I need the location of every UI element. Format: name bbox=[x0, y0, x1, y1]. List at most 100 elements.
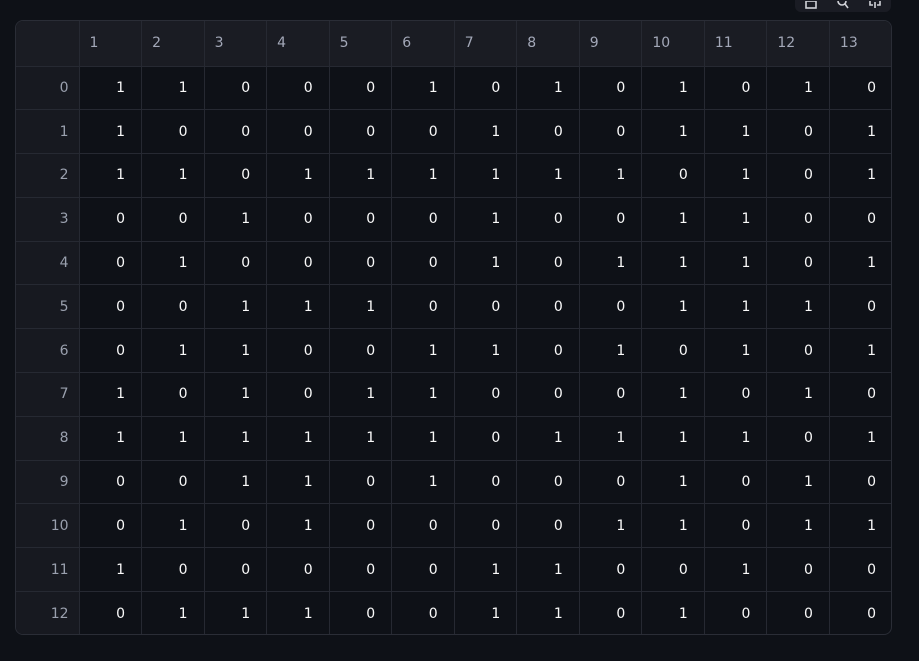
table-cell[interactable]: 0 bbox=[454, 460, 518, 505]
table-cell[interactable]: 1 bbox=[579, 241, 643, 286]
table-cell[interactable]: 1 bbox=[266, 591, 330, 634]
table-cell[interactable]: 0 bbox=[79, 197, 143, 242]
table-cell[interactable]: 0 bbox=[829, 372, 891, 417]
table-cell[interactable]: 1 bbox=[329, 153, 393, 198]
table-cell[interactable]: 1 bbox=[829, 109, 891, 155]
table-cell[interactable]: 1 bbox=[79, 109, 143, 155]
table-cell[interactable]: 0 bbox=[704, 372, 768, 417]
table-cell[interactable]: 0 bbox=[579, 372, 643, 417]
table-cell[interactable]: 0 bbox=[79, 284, 143, 330]
table-cell[interactable]: 1 bbox=[516, 547, 580, 593]
table-cell[interactable]: 1 bbox=[704, 197, 768, 242]
table-cell[interactable]: 1 bbox=[141, 241, 205, 286]
table-cell[interactable]: 1 bbox=[391, 153, 455, 198]
table-cell[interactable]: 1 bbox=[329, 416, 393, 461]
table-cell[interactable]: 0 bbox=[454, 284, 518, 330]
column-header[interactable]: 4 bbox=[266, 21, 330, 67]
table-cell[interactable]: 1 bbox=[266, 416, 330, 461]
table-cell[interactable]: 0 bbox=[266, 372, 330, 417]
table-cell[interactable]: 0 bbox=[79, 503, 143, 549]
table-cell[interactable]: 0 bbox=[579, 284, 643, 330]
table-cell[interactable]: 0 bbox=[79, 328, 143, 374]
column-header[interactable]: 5 bbox=[329, 21, 393, 67]
table-cell[interactable]: 1 bbox=[829, 153, 891, 198]
table-cell[interactable]: 1 bbox=[516, 153, 580, 198]
table-cell[interactable]: 0 bbox=[516, 328, 580, 374]
table-cell[interactable]: 0 bbox=[329, 66, 393, 111]
table-cell[interactable]: 0 bbox=[766, 328, 830, 374]
table-cell[interactable]: 1 bbox=[579, 416, 643, 461]
table-cell[interactable]: 1 bbox=[766, 66, 830, 111]
column-header[interactable]: 7 bbox=[454, 21, 518, 67]
table-cell[interactable]: 1 bbox=[329, 284, 393, 330]
table-cell[interactable]: 1 bbox=[454, 591, 518, 634]
table-cell[interactable]: 1 bbox=[454, 109, 518, 155]
table-cell[interactable]: 0 bbox=[329, 109, 393, 155]
table-cell[interactable]: 1 bbox=[579, 503, 643, 549]
fullscreen-icon[interactable] bbox=[867, 0, 883, 9]
table-cell[interactable]: 1 bbox=[141, 66, 205, 111]
table-cell[interactable]: 1 bbox=[704, 153, 768, 198]
table-cell[interactable]: 1 bbox=[454, 197, 518, 242]
table-cell[interactable]: 1 bbox=[391, 460, 455, 505]
table-cell[interactable]: 1 bbox=[579, 328, 643, 374]
table-cell[interactable]: 0 bbox=[579, 460, 643, 505]
table-cell[interactable]: 1 bbox=[829, 241, 891, 286]
table-cell[interactable]: 1 bbox=[329, 372, 393, 417]
table-cell[interactable]: 1 bbox=[766, 372, 830, 417]
table-cell[interactable]: 1 bbox=[266, 284, 330, 330]
table-cell[interactable]: 0 bbox=[454, 503, 518, 549]
table-cell[interactable]: 0 bbox=[516, 197, 580, 242]
table-cell[interactable]: 1 bbox=[204, 372, 268, 417]
table-cell[interactable]: 0 bbox=[766, 591, 830, 634]
table-cell[interactable]: 1 bbox=[79, 547, 143, 593]
table-cell[interactable]: 0 bbox=[329, 328, 393, 374]
search-icon[interactable] bbox=[835, 0, 851, 9]
table-cell[interactable]: 1 bbox=[704, 328, 768, 374]
table-cell[interactable]: 1 bbox=[704, 547, 768, 593]
table-cell[interactable]: 1 bbox=[766, 284, 830, 330]
table-cell[interactable]: 0 bbox=[329, 241, 393, 286]
table-cell[interactable]: 0 bbox=[766, 241, 830, 286]
table-cell[interactable]: 0 bbox=[641, 328, 705, 374]
table-cell[interactable]: 0 bbox=[766, 109, 830, 155]
table-cell[interactable]: 1 bbox=[641, 284, 705, 330]
table-cell[interactable]: 1 bbox=[641, 591, 705, 634]
table-cell[interactable]: 1 bbox=[204, 197, 268, 242]
table-cell[interactable]: 0 bbox=[579, 66, 643, 111]
table-cell[interactable]: 1 bbox=[266, 503, 330, 549]
table-cell[interactable]: 1 bbox=[141, 328, 205, 374]
table-cell[interactable]: 1 bbox=[204, 591, 268, 634]
column-header[interactable]: 6 bbox=[391, 21, 455, 67]
table-cell[interactable]: 1 bbox=[829, 328, 891, 374]
table-cell[interactable]: 0 bbox=[391, 241, 455, 286]
table-cell[interactable]: 0 bbox=[329, 547, 393, 593]
table-cell[interactable]: 1 bbox=[766, 503, 830, 549]
table-cell[interactable]: 1 bbox=[141, 591, 205, 634]
column-header[interactable]: 3 bbox=[204, 21, 268, 67]
table-cell[interactable]: 1 bbox=[391, 372, 455, 417]
table-cell[interactable]: 0 bbox=[516, 284, 580, 330]
table-cell[interactable]: 0 bbox=[391, 547, 455, 593]
table-cell[interactable]: 1 bbox=[641, 66, 705, 111]
table-cell[interactable]: 1 bbox=[641, 109, 705, 155]
table-cell[interactable]: 1 bbox=[204, 328, 268, 374]
table-cell[interactable]: 1 bbox=[704, 284, 768, 330]
table-cell[interactable]: 1 bbox=[141, 153, 205, 198]
table-cell[interactable]: 0 bbox=[829, 197, 891, 242]
table-cell[interactable]: 0 bbox=[204, 241, 268, 286]
table-cell[interactable]: 0 bbox=[79, 591, 143, 634]
table-cell[interactable]: 0 bbox=[391, 591, 455, 634]
table-cell[interactable]: 0 bbox=[204, 503, 268, 549]
table-cell[interactable]: 0 bbox=[579, 547, 643, 593]
table-cell[interactable]: 1 bbox=[204, 460, 268, 505]
table-cell[interactable]: 0 bbox=[516, 503, 580, 549]
table-cell[interactable]: 0 bbox=[829, 592, 891, 634]
table-cell[interactable]: 0 bbox=[141, 109, 205, 155]
table-cell[interactable]: 1 bbox=[641, 460, 705, 505]
table-cell[interactable]: 0 bbox=[266, 109, 330, 155]
table-cell[interactable]: 1 bbox=[829, 503, 891, 549]
table-cell[interactable]: 1 bbox=[79, 372, 143, 417]
table-cell[interactable]: 0 bbox=[79, 241, 143, 286]
table-cell[interactable]: 0 bbox=[704, 66, 768, 111]
